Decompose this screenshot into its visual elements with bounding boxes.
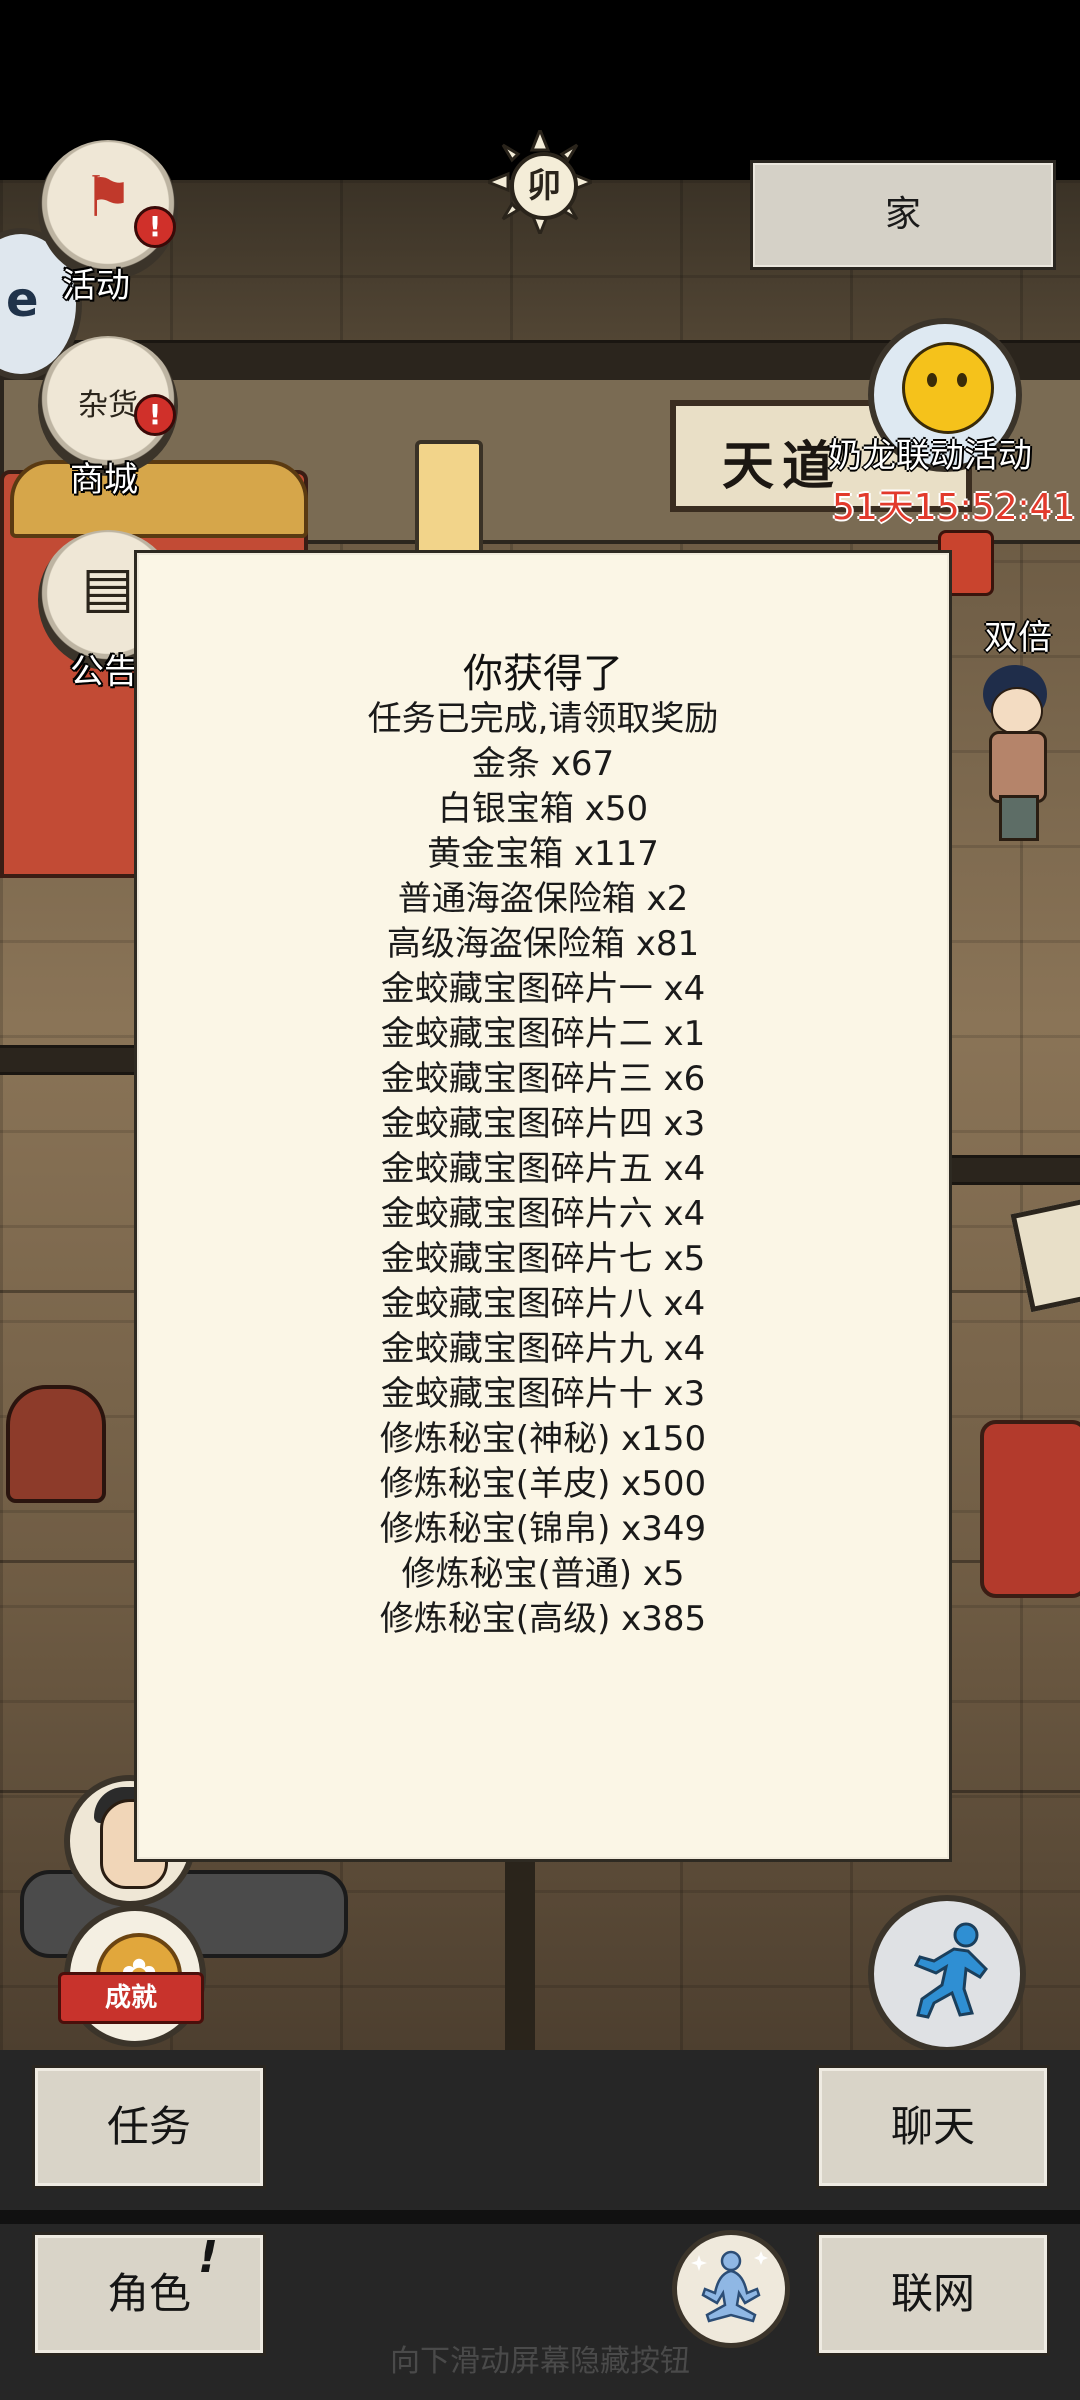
- event-title: 奶龙联动活动: [828, 436, 1032, 476]
- wall-beam-left: [0, 1045, 140, 1075]
- reward-item: 高级海盗保险箱 x81: [386, 924, 700, 964]
- reward-item: 修炼秘宝(高级) x385: [379, 1599, 707, 1639]
- reward-item: 金蛟藏宝图碎片四 x3: [380, 1104, 706, 1144]
- reward-item: 金蛟藏宝图碎片七 x5: [380, 1239, 706, 1279]
- reward-item: 金蛟藏宝图碎片六 x4: [380, 1194, 706, 1234]
- reward-item: 金蛟藏宝图碎片八 x4: [380, 1284, 706, 1324]
- reward-item: 修炼秘宝(羊皮) x500: [379, 1464, 707, 1504]
- npc-girl[interactable]: [975, 665, 1055, 841]
- reward-dialog-title: 你获得了: [463, 651, 623, 697]
- reward-item: 普通海盗保险箱 x2: [397, 879, 689, 919]
- bed-headboard: [10, 460, 308, 538]
- side-tab-glyph: e: [6, 272, 39, 328]
- reward-item: 白银宝箱 x50: [437, 789, 649, 829]
- meditate-button[interactable]: [672, 2230, 790, 2348]
- duck-mascot-icon: [902, 342, 994, 434]
- activity-label: 活动: [62, 266, 130, 306]
- reward-item: 修炼秘宝(普通) x5: [401, 1554, 685, 1594]
- reward-item: 金蛟藏宝图碎片三 x6: [380, 1059, 706, 1099]
- wall-beam-right: [950, 1155, 1080, 1185]
- sun-clock-icon: 卯: [488, 130, 592, 234]
- pillar: [505, 1850, 535, 2050]
- reward-item: 金蛟藏宝图碎片一 x4: [380, 969, 706, 1009]
- npc-body: [989, 731, 1047, 803]
- reward-item: 金蛟藏宝图碎片五 x4: [380, 1149, 706, 1189]
- sofa: [980, 1420, 1080, 1598]
- stool: [6, 1385, 106, 1503]
- hide-buttons-hint: 向下滑动屏幕隐藏按钮: [390, 2344, 690, 2379]
- reward-dialog[interactable]: 你获得了 任务已完成,请领取奖励 金条 x67 白银宝箱 x50 黄金宝箱 x1…: [134, 550, 952, 1862]
- run-button[interactable]: [868, 1895, 1026, 2053]
- notice-label: 公告: [70, 652, 138, 692]
- sun-glyph: 卯: [510, 152, 578, 220]
- shop-label: 商城: [70, 460, 138, 500]
- running-person-icon: [913, 1922, 988, 2019]
- reward-item: 任务已完成,请领取奖励: [367, 699, 719, 739]
- reward-item: 金蛟藏宝图碎片二 x1: [380, 1014, 706, 1054]
- bottom-divider: [0, 2210, 1080, 2224]
- chat-button[interactable]: 聊天: [816, 2065, 1050, 2189]
- lantern: [415, 440, 483, 558]
- meditation-icon: [691, 2250, 768, 2323]
- reward-item: 金条 x67: [471, 744, 615, 784]
- event-timer: 51天15:52:41: [832, 487, 1076, 528]
- shop-alert-badge: !: [134, 394, 176, 436]
- home-button[interactable]: 家: [750, 160, 1056, 270]
- reward-item: 金蛟藏宝图碎片九 x4: [380, 1329, 706, 1369]
- reward-item: 黄金宝箱 x117: [427, 834, 659, 874]
- reward-item: 修炼秘宝(锦帛) x349: [379, 1509, 707, 1549]
- role-alert-mark: !: [198, 2232, 219, 2283]
- task-button[interactable]: 任务: [32, 2065, 266, 2189]
- npc-face: [991, 687, 1043, 735]
- reward-list: 任务已完成,请领取奖励 金条 x67 白银宝箱 x50 黄金宝箱 x117 普通…: [137, 697, 949, 1642]
- reward-item: 修炼秘宝(神秘) x150: [379, 1419, 707, 1459]
- double-reward-label: 双倍: [984, 618, 1052, 658]
- signboard-text: 天道: [722, 436, 843, 497]
- reward-item: 金蛟藏宝图碎片十 x3: [380, 1374, 706, 1414]
- activity-alert-badge: !: [134, 206, 176, 248]
- npc-legs: [999, 795, 1039, 841]
- game-screen: 天道 卯 家 e ⚑ ! 活动 杂货 ! 商城 ▤ 公告 奶龙联动活动 51天1…: [0, 0, 1080, 2400]
- achievement-label: 成就: [58, 1972, 204, 2024]
